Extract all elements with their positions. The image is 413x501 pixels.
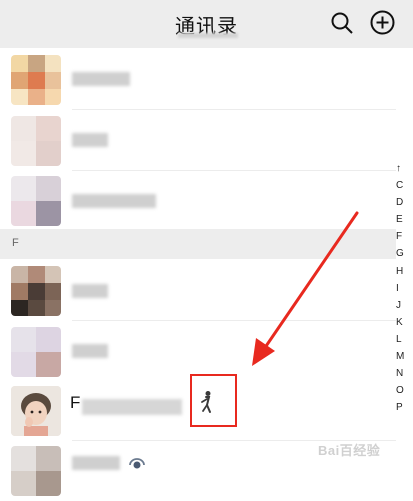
- avatar: [11, 386, 61, 436]
- contact-name-blurred: [72, 456, 120, 470]
- contact-name-blurred: [72, 72, 130, 86]
- index-letter[interactable]: D: [396, 194, 413, 211]
- avatar: [11, 446, 61, 496]
- contact-name-blurred: [72, 133, 108, 147]
- index-letter[interactable]: G: [396, 245, 413, 262]
- contact-name-blurred: [82, 399, 182, 415]
- watermark: Bai百经验: [318, 443, 381, 458]
- avatar: [11, 176, 61, 226]
- contact-row[interactable]: [0, 261, 396, 321]
- contact-row[interactable]: [0, 171, 396, 231]
- index-letter[interactable]: ↑: [396, 160, 413, 177]
- section-letter: F: [12, 237, 19, 249]
- alphabet-index[interactable]: ↑ C D E F G H I J K L M N O P: [396, 160, 413, 416]
- index-letter[interactable]: N: [396, 365, 413, 382]
- index-letter[interactable]: H: [396, 263, 413, 280]
- avatar: [11, 116, 61, 166]
- section-header: F: [0, 229, 396, 259]
- contact-name-blurred: [72, 284, 108, 298]
- row-divider: [72, 320, 396, 321]
- contact-name-blurred: [72, 194, 156, 208]
- contact-name-initial: F: [70, 393, 81, 412]
- index-letter[interactable]: E: [396, 211, 413, 228]
- index-letter[interactable]: F: [396, 228, 413, 245]
- sticker-icon[interactable]: [197, 390, 215, 414]
- row-divider: [72, 109, 396, 110]
- avatar: [11, 266, 61, 316]
- top-bar: 通讯录: [0, 0, 413, 48]
- add-icon[interactable]: [370, 10, 395, 35]
- avatar: [11, 327, 61, 377]
- index-letter[interactable]: I: [396, 280, 413, 297]
- index-letter[interactable]: K: [396, 314, 413, 331]
- status-icon: [129, 458, 145, 469]
- index-letter[interactable]: M: [396, 348, 413, 365]
- title-subtext-blurred: [178, 33, 238, 38]
- index-letter[interactable]: O: [396, 382, 413, 399]
- index-letter[interactable]: C: [396, 177, 413, 194]
- contact-name-blurred: [72, 344, 108, 358]
- contact-row[interactable]: [0, 111, 396, 171]
- index-letter[interactable]: L: [396, 331, 413, 348]
- index-letter[interactable]: J: [396, 297, 413, 314]
- search-icon[interactable]: [330, 11, 354, 35]
- child-photo-avatar: [11, 386, 61, 436]
- avatar: [11, 55, 61, 105]
- contact-row[interactable]: [0, 50, 396, 110]
- contact-row[interactable]: [0, 322, 396, 382]
- index-letter[interactable]: P: [396, 399, 413, 416]
